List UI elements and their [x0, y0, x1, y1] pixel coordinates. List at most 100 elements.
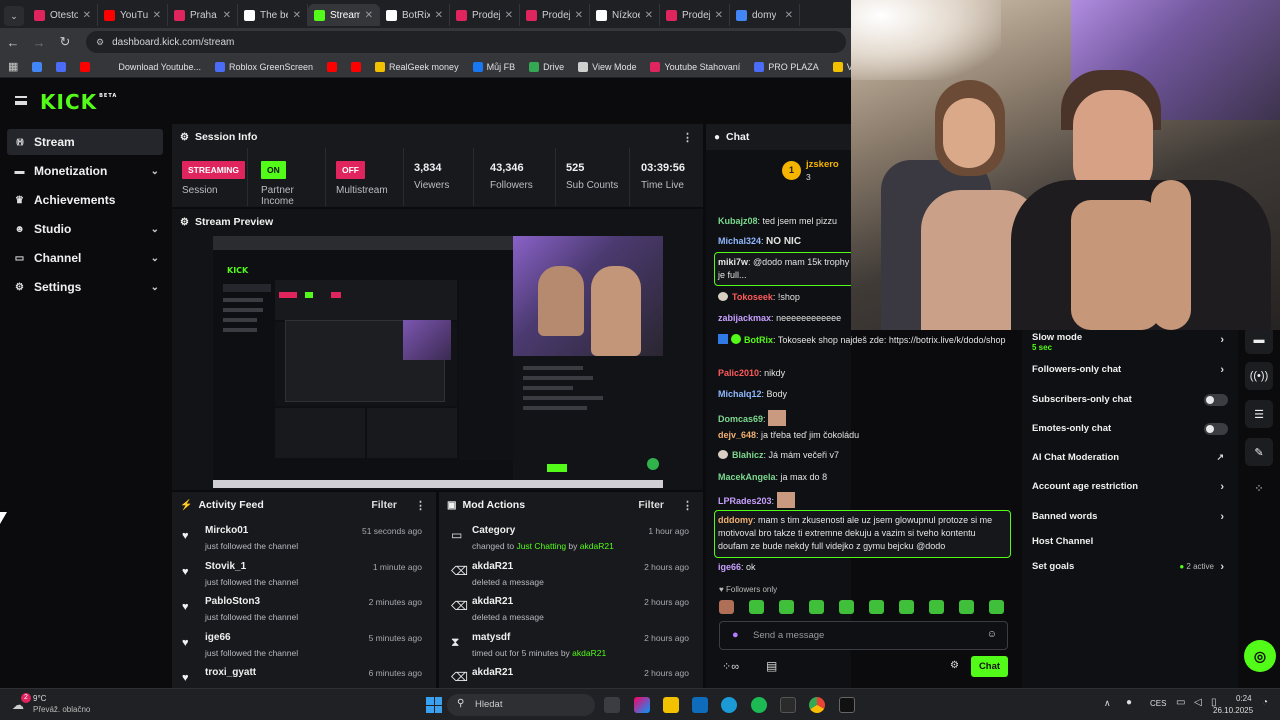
close-tab-icon[interactable]: ✕: [293, 10, 301, 21]
chat-message[interactable]: miki7w: @dodo mam 15k trophy je full...: [718, 256, 850, 282]
browser-tab[interactable]: Nízkoe ✕: [590, 4, 660, 26]
mod-more-icon[interactable]: ⋮: [682, 499, 693, 512]
notifications-icon[interactable]: ◔: [1262, 697, 1268, 708]
emote-icon[interactable]: [959, 600, 974, 614]
browser-tab[interactable]: BotRix ✕: [380, 4, 450, 26]
kick-logo[interactable]: KICK BETA: [40, 90, 117, 114]
chat-username[interactable]: zabijackmax: [718, 313, 771, 323]
mod-action-item[interactable]: ⧗ matysdf timed out for 5 minutes by akdaR…: [439, 629, 699, 665]
sidebar-item-channel[interactable]: ▭ Channel ⌄: [7, 245, 163, 271]
copilot-icon[interactable]: [634, 697, 650, 713]
microphone-icon[interactable]: ●: [1126, 697, 1132, 708]
chat-username[interactable]: ige66: [718, 562, 741, 572]
stream-preview-video[interactable]: KICK: [213, 236, 663, 488]
chat-message[interactable]: Domcas69:: [718, 410, 1022, 426]
bookmark-item[interactable]: Roblox GreenScreen: [214, 61, 313, 72]
network-icon[interactable]: ▭: [1176, 697, 1185, 708]
chat-message[interactable]: LPRades203:: [718, 492, 1022, 508]
emote-icon[interactable]: [809, 600, 824, 614]
chat-message[interactable]: Palic2010: nikdy: [718, 368, 1022, 378]
emote-icon[interactable]: [719, 600, 734, 614]
layers-icon[interactable]: ☰: [1245, 400, 1273, 428]
chat-message[interactable]: MacekAngela: ja max do 8: [718, 472, 1022, 482]
chat-input[interactable]: ● Send a message ☺: [719, 621, 1008, 650]
emote-icon[interactable]: [749, 600, 764, 614]
chevron-up-icon[interactable]: ∧: [1104, 698, 1111, 709]
browser-tab[interactable]: domy ✕: [730, 4, 800, 26]
back-icon[interactable]: ←: [0, 35, 26, 50]
outlook-icon[interactable]: [692, 697, 708, 713]
emote-icon[interactable]: [989, 600, 1004, 614]
bookmark-item[interactable]: View Mode: [578, 61, 636, 72]
emote-icon[interactable]: [929, 600, 944, 614]
sidebar-item-studio[interactable]: ☻ Studio ⌄: [7, 216, 163, 242]
chat-username[interactable]: Blahicz: [732, 450, 764, 460]
bookmark-item[interactable]: PRO PLAZA: [754, 61, 819, 72]
sidebar-item-settings[interactable]: ⚙ Settings ⌄: [7, 274, 163, 300]
mod-action-item[interactable]: ⌫ akdaR21 deleted a message 2 hours ago: [439, 593, 699, 629]
browser-tab[interactable]: Praha ✕: [168, 4, 238, 26]
bookmark-item[interactable]: Můj FB: [472, 61, 515, 72]
slow-mode-row[interactable]: Slow mode 5 sec ›: [1032, 332, 1228, 356]
emote-icon[interactable]: [779, 600, 794, 614]
chat-message[interactable]: dddomy: mam s tim zkusenosti ale uz jsem…: [718, 514, 1003, 553]
chat-username[interactable]: dddomy: [718, 515, 753, 525]
host-channel-row[interactable]: Host Channel: [1032, 536, 1228, 556]
close-tab-icon[interactable]: ✕: [83, 10, 91, 21]
browser-tab[interactable]: Prodej ✕: [660, 4, 730, 26]
url-field[interactable]: ⚙ dashboard.kick.com/stream: [86, 31, 846, 53]
emote-icon[interactable]: [839, 600, 854, 614]
more-icon[interactable]: ⋮: [682, 131, 693, 144]
chat-message[interactable]: ige66: ok: [718, 562, 1022, 572]
activity-feed-item[interactable]: ♥ PabloSton3 just followed the channel 2 mi…: [172, 593, 432, 629]
close-tab-icon[interactable]: ✕: [153, 10, 161, 21]
chat-settings-icon[interactable]: ⚙: [950, 660, 959, 671]
wrench-icon[interactable]: ✎: [1245, 438, 1273, 466]
browser-tab[interactable]: YouTub ✕: [98, 4, 168, 26]
ai-moderation-row[interactable]: AI Chat Moderation ↗: [1032, 452, 1228, 472]
activity-feed-item[interactable]: ♥ Mircko01 just followed the channel 51 sec…: [172, 522, 432, 558]
banned-words-row[interactable]: Banned words ›: [1032, 511, 1228, 531]
broadcast-icon[interactable]: ((•)): [1245, 362, 1273, 390]
bookmark-item[interactable]: Youtube Stahovaní: [650, 61, 740, 72]
apps-icon[interactable]: ⁘: [1245, 474, 1273, 502]
sidebar-item-achievements[interactable]: ♛ Achievements: [7, 187, 163, 213]
bookmark-item[interactable]: [351, 61, 362, 72]
bookmark-item[interactable]: [80, 61, 91, 72]
chat-message[interactable]: BotRix: Tokoseek shop najdeš zde: https:…: [718, 334, 1022, 345]
emote-icon[interactable]: [869, 600, 884, 614]
browser-tab[interactable]: The be ✕: [238, 4, 308, 26]
close-tab-icon[interactable]: ✕: [505, 10, 513, 21]
menu-icon[interactable]: [15, 96, 27, 105]
close-tab-icon[interactable]: ✕: [575, 10, 583, 21]
send-chat-button[interactable]: Chat: [971, 656, 1008, 677]
bookmark-item[interactable]: [32, 61, 43, 72]
chat-message[interactable]: Blahicz: Já mám večeři v7: [718, 450, 1022, 460]
bookmark-item[interactable]: [327, 61, 338, 72]
mod-action-item[interactable]: ⌫ akdaR21 deleted a message 2 hours ago: [439, 558, 699, 594]
close-tab-icon[interactable]: ✕: [435, 10, 443, 21]
chat-username[interactable]: LPRades203: [718, 496, 772, 506]
windows-start-icon[interactable]: [426, 697, 442, 713]
chat-bubble-icon[interactable]: ▬: [1245, 326, 1273, 354]
sidebar-item-stream[interactable]: ((•)) Stream: [7, 129, 163, 155]
apps-icon[interactable]: ▦: [8, 60, 18, 73]
mod-action-highlight[interactable]: akdaR21: [572, 648, 606, 658]
chat-username[interactable]: Michalq12: [718, 389, 762, 399]
bookmark-item[interactable]: [56, 61, 67, 72]
edge-icon[interactable]: [721, 697, 737, 713]
activity-more-icon[interactable]: ⋮: [415, 499, 426, 512]
spotify-icon[interactable]: [751, 697, 767, 713]
volume-icon[interactable]: ◁: [1194, 697, 1202, 708]
chat-tools-icon[interactable]: ⁘∞: [722, 660, 739, 673]
chat-username[interactable]: BotRix: [744, 335, 773, 345]
emoji-icon[interactable]: ☺: [987, 629, 997, 640]
emote-icon[interactable]: [899, 600, 914, 614]
forward-icon[interactable]: →: [26, 35, 52, 50]
close-tab-icon[interactable]: ✕: [645, 10, 653, 21]
language-indicator[interactable]: CES: [1150, 699, 1166, 708]
bookmark-item[interactable]: RealGeek money: [375, 61, 459, 72]
emotes-only-toggle[interactable]: [1204, 423, 1228, 435]
chat-message[interactable]: Michalq12: Body: [718, 389, 1022, 399]
chat-username[interactable]: miki7w: [718, 257, 748, 267]
